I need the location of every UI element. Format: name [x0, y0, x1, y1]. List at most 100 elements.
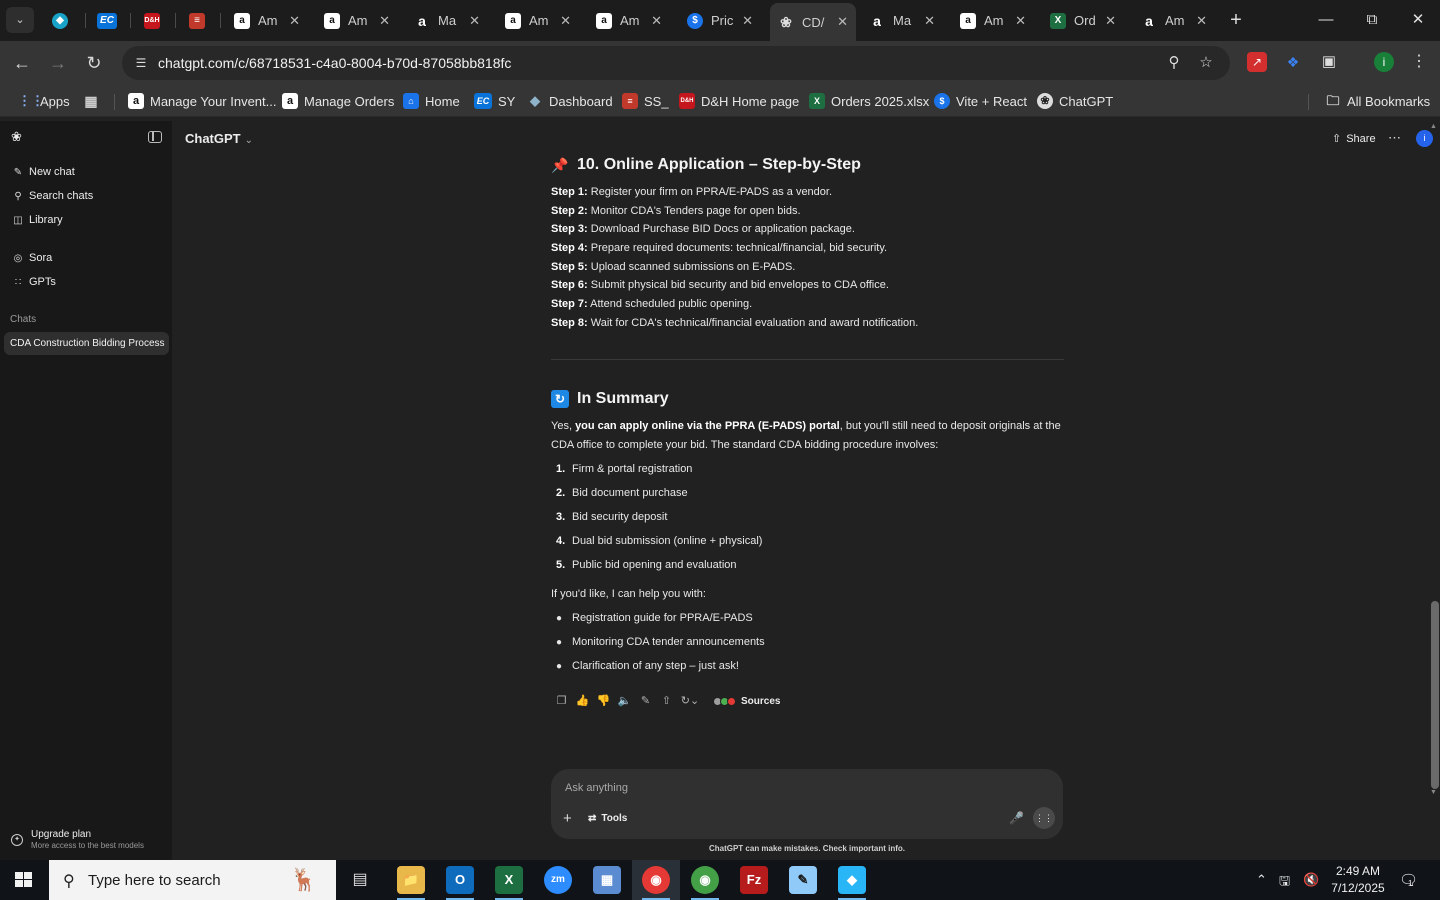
close-icon[interactable]: ✕: [742, 13, 753, 29]
bookmark-ss[interactable]: ≡ SS_: [622, 91, 669, 111]
bookmark-sy[interactable]: EC SY: [474, 91, 515, 111]
close-icon[interactable]: ✕: [924, 13, 935, 29]
bookmark-home[interactable]: ⌂ Home: [403, 91, 460, 111]
bookmark-tab-groups[interactable]: ▦: [83, 91, 105, 111]
tab-search-button[interactable]: ⌄: [6, 7, 34, 33]
read-aloud-icon[interactable]: 🔈: [614, 693, 635, 709]
prompt-input[interactable]: Ask anything: [565, 782, 628, 794]
chrome-icon[interactable]: ◉: [642, 866, 670, 900]
attach-plus-icon[interactable]: +: [563, 810, 572, 827]
reload-button[interactable]: ↻: [82, 51, 106, 75]
scroll-up-arrow-icon[interactable]: ▲: [1430, 123, 1437, 130]
sidebar-item-search-chats[interactable]: ⚲ Search chats: [12, 190, 93, 202]
tab-0[interactable]: ◆: [44, 6, 84, 35]
back-button[interactable]: ←: [10, 51, 34, 75]
taskbar-search[interactable]: ⚲ Type here to search 🦌: [49, 860, 336, 900]
tab-11[interactable]: a Ma ✕: [861, 6, 943, 35]
network-icon[interactable]: 🖫: [1279, 872, 1290, 894]
more-options-icon[interactable]: ⋯: [1388, 130, 1402, 146]
tray-chevron-up-icon[interactable]: ⌃: [1256, 872, 1267, 888]
volume-muted-icon[interactable]: 🔇: [1303, 872, 1319, 888]
bookmark-manage-inventory[interactable]: a Manage Your Invent...: [128, 91, 276, 111]
close-window-button[interactable]: ✕: [1398, 8, 1438, 32]
filezilla-icon[interactable]: Fz: [740, 866, 768, 894]
outlook-icon[interactable]: O: [446, 866, 474, 900]
sidebar-item-gpts[interactable]: ∷ GPTs: [12, 276, 56, 288]
microphone-icon[interactable]: 🎤: [1009, 811, 1024, 825]
start-button[interactable]: [0, 860, 48, 900]
zoom-app-icon[interactable]: zm: [544, 866, 572, 894]
sidebar-toggle-icon[interactable]: [148, 131, 162, 143]
tab-3[interactable]: ≡: [181, 6, 221, 35]
thumbs-up-icon[interactable]: 👍: [572, 693, 593, 709]
tab-2[interactable]: D&H: [136, 6, 176, 35]
tab-14[interactable]: a Am ✕: [1133, 6, 1215, 35]
forward-button[interactable]: →: [46, 51, 70, 75]
close-icon[interactable]: ✕: [1196, 13, 1207, 29]
tab-5[interactable]: a Am ✕: [316, 6, 398, 35]
thumbs-down-icon[interactable]: 👎: [593, 693, 614, 709]
bookmark-apps[interactable]: ⋮⋮ Apps: [18, 91, 70, 111]
profile-avatar[interactable]: i: [1374, 52, 1394, 72]
minimize-button[interactable]: —: [1306, 8, 1346, 32]
openai-logo-icon[interactable]: ❀: [11, 130, 25, 144]
tab-9[interactable]: $ Pric ✕: [679, 6, 761, 35]
sources-button[interactable]: Sources: [713, 696, 780, 707]
menu-kebab-icon[interactable]: ⋮: [1409, 52, 1429, 72]
address-bar[interactable]: ☰ chatgpt.com/c/68718531-c4a0-8004-b70d-…: [122, 46, 1230, 80]
excel-icon[interactable]: X: [495, 866, 523, 900]
bookmark-orders-xlsx[interactable]: X Orders 2025.xlsx: [809, 91, 929, 111]
extension-arrow-icon[interactable]: ↗: [1247, 52, 1267, 72]
voice-mode-icon[interactable]: ⋮⋮: [1033, 807, 1055, 829]
notification-center-icon[interactable]: 🗨 1: [1399, 871, 1418, 889]
bookmark-dh-home[interactable]: D&H D&H Home page: [679, 91, 799, 111]
share-button[interactable]: ⇧ Share: [1332, 132, 1376, 146]
close-icon[interactable]: ✕: [289, 13, 300, 29]
extensions-icon[interactable]: ▣: [1319, 52, 1339, 72]
tab-10-active[interactable]: ❀ CD/ ✕: [770, 3, 856, 41]
prompt-composer[interactable]: Ask anything + ⇄ Tools 🎤 ⋮⋮: [551, 769, 1063, 839]
sidebar-chat-item-active[interactable]: CDA Construction Bidding Process: [4, 332, 169, 355]
sidebar-item-library[interactable]: ◫ Library: [12, 214, 62, 226]
notes-app-icon[interactable]: ✎: [789, 866, 817, 894]
close-icon[interactable]: ✕: [837, 14, 848, 30]
copy-icon[interactable]: ❐: [551, 693, 572, 709]
close-icon[interactable]: ✕: [469, 13, 480, 29]
bookmark-vite-react[interactable]: $ Vite + React: [934, 91, 1027, 111]
new-tab-button[interactable]: +: [1224, 8, 1248, 32]
zoom-icon[interactable]: ⚲: [1164, 53, 1184, 73]
calculator-icon[interactable]: ▦: [593, 866, 621, 894]
restore-button[interactable]: ⧉: [1352, 8, 1392, 32]
system-clock[interactable]: 2:49 AM 7/12/2025: [1330, 863, 1386, 897]
file-explorer-icon[interactable]: 📁: [397, 866, 425, 900]
regenerate-icon[interactable]: ↻⌄: [677, 693, 703, 709]
close-icon[interactable]: ✕: [379, 13, 390, 29]
bookmark-star-icon[interactable]: ☆: [1196, 53, 1216, 73]
tab-1[interactable]: EC: [89, 6, 129, 35]
bookmark-dashboard[interactable]: ◆ Dashboard: [527, 91, 613, 111]
close-icon[interactable]: ✕: [1105, 13, 1116, 29]
task-view-icon[interactable]: ▤: [346, 866, 374, 894]
tab-8[interactable]: a Am ✕: [588, 6, 670, 35]
bookmark-chatgpt[interactable]: ❀ ChatGPT: [1037, 91, 1113, 111]
tab-6[interactable]: a Ma ✕: [406, 6, 488, 35]
scrollbar[interactable]: ▲ ▼: [1428, 121, 1440, 801]
close-icon[interactable]: ✕: [560, 13, 571, 29]
tab-7[interactable]: a Am ✕: [497, 6, 579, 35]
sidebar-item-new-chat[interactable]: ✎ New chat: [12, 166, 75, 178]
site-info-icon[interactable]: ☰: [132, 54, 150, 72]
tools-button[interactable]: ⇄ Tools: [588, 813, 627, 824]
share-icon[interactable]: ⇧: [656, 693, 677, 709]
close-icon[interactable]: ✕: [651, 13, 662, 29]
all-bookmarks[interactable]: 🗀 All Bookmarks: [1325, 91, 1430, 111]
chrome-profile-icon[interactable]: ◉: [691, 866, 719, 900]
tab-13[interactable]: X Ord ✕: [1042, 6, 1124, 35]
bookmark-manage-orders[interactable]: a Manage Orders: [282, 91, 394, 111]
sidebar-item-sora[interactable]: ◎ Sora: [12, 252, 53, 264]
close-icon[interactable]: ✕: [1015, 13, 1026, 29]
edit-in-canvas-icon[interactable]: ✎: [635, 693, 656, 709]
tab-12[interactable]: a Am ✕: [952, 6, 1034, 35]
tab-4[interactable]: a Am ✕: [226, 6, 308, 35]
edge-app-icon[interactable]: ◆: [838, 866, 866, 900]
extension-puzzle-blue-icon[interactable]: ❖: [1283, 52, 1303, 72]
